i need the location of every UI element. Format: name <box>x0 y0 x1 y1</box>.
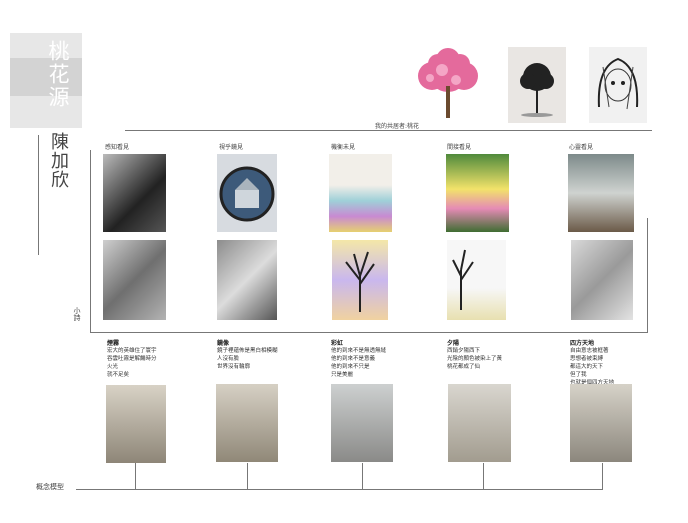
poem-block: 鏡像 鏡子裡蘊佈是黑白相模糊 人沒有臉 世界沒有輪廓 <box>217 338 278 371</box>
side-label: 小詩 <box>73 307 81 321</box>
sunset-tree-drawing <box>447 240 506 320</box>
left-connector <box>90 150 91 333</box>
poem-block: 四方天地 自由意志被框著 思想者被束縛 都這大的天下 但了我 也就是個四方天地 <box>570 338 614 387</box>
model-connector <box>247 463 248 490</box>
tree-sketch-image <box>508 47 566 123</box>
bottom-label: 概念模型 <box>36 483 64 491</box>
poem-title: 四方天地 <box>570 340 595 347</box>
top-rule <box>125 130 652 131</box>
model-photo <box>448 384 511 462</box>
poem-title: 彩虹 <box>331 340 344 347</box>
poem-line: 鏡子裡蘊佈是黑白相模糊 <box>217 348 278 354</box>
column-heading: 機衡未見 <box>331 144 356 151</box>
poem-line: 他的到來不是無透無縫 <box>331 348 387 354</box>
window-drawing <box>571 240 633 320</box>
title-rule <box>38 135 39 255</box>
poem-title: 煙霧 <box>107 340 120 347</box>
poem-line: 宏大的英雄住了寰宇 <box>107 348 157 354</box>
model-connector <box>602 463 603 490</box>
smoke-drawing <box>103 240 166 320</box>
poem-rule <box>90 332 648 333</box>
sunset-path-photo <box>446 154 509 232</box>
poem-line: 自由意志被框著 <box>570 348 609 354</box>
poem-line: 只是美麗 <box>331 372 354 378</box>
column-heading: 視乎鏡見 <box>219 144 244 151</box>
poem-line: 吞雲吐霧是解饑時分 <box>107 356 157 362</box>
model-connector <box>483 463 484 490</box>
poem-block: 夕陽 西銷夕陽西下 光陰的顏色被染上了黃 桃花都成了仙 <box>447 338 502 371</box>
column-heading: 感知看見 <box>105 144 130 151</box>
model-connector <box>135 463 136 490</box>
poem-line: 他的到來不只是 <box>331 364 370 370</box>
model-photo <box>331 384 393 462</box>
top-caption: 我的共居者:桃花 <box>375 123 420 130</box>
poem-line: 他的到來不是意義 <box>331 356 376 362</box>
poem-line: 思想者被束縛 <box>570 356 604 362</box>
poem-line: 世界沒有輪廓 <box>217 364 251 370</box>
poem-line: 都這大的天下 <box>570 364 604 370</box>
poem-block: 煙霧 宏大的英雄住了寰宇 吞雲吐霧是解饑時分 火光 就不足矣 <box>107 338 157 379</box>
model-photo <box>570 384 632 462</box>
poem-block: 彩虹 他的到來不是無透無縫 他的到來不是意義 他的到來不只是 只是美麗 <box>331 338 386 379</box>
mirror-drawing <box>217 240 277 320</box>
column-heading: 間接看見 <box>447 144 472 151</box>
poem-line: 就不足矣 <box>107 372 130 378</box>
mirror-photo <box>217 154 277 232</box>
page-title: 桃花源 <box>46 40 70 109</box>
poem-line: 光陰的顏色被染上了黃 <box>447 356 503 362</box>
right-connector <box>647 218 648 333</box>
model-connector <box>362 463 363 490</box>
model-photo <box>216 384 278 462</box>
poem-line: 西銷夕陽西下 <box>447 348 481 354</box>
poem-line: 人沒有臉 <box>217 356 240 362</box>
model-photo <box>106 385 166 463</box>
window-view-photo <box>568 154 634 232</box>
peach-tree-image <box>418 48 478 118</box>
bottom-rule <box>76 489 603 490</box>
smoking-photo <box>103 154 166 232</box>
poem-line: 火光 <box>107 364 119 370</box>
poem-title: 鏡像 <box>217 340 230 347</box>
column-heading: 心靈看見 <box>569 144 594 151</box>
poem-title: 夕陽 <box>447 340 460 347</box>
rainbow-photo <box>329 154 392 232</box>
author-name: 陳加欣 <box>48 132 69 189</box>
rainbow-tree-drawing <box>332 240 388 320</box>
poem-line: 桃花都成了仙 <box>447 364 481 370</box>
poem-line: 但了我 <box>570 372 587 378</box>
portrait-sketch-image <box>589 47 647 123</box>
